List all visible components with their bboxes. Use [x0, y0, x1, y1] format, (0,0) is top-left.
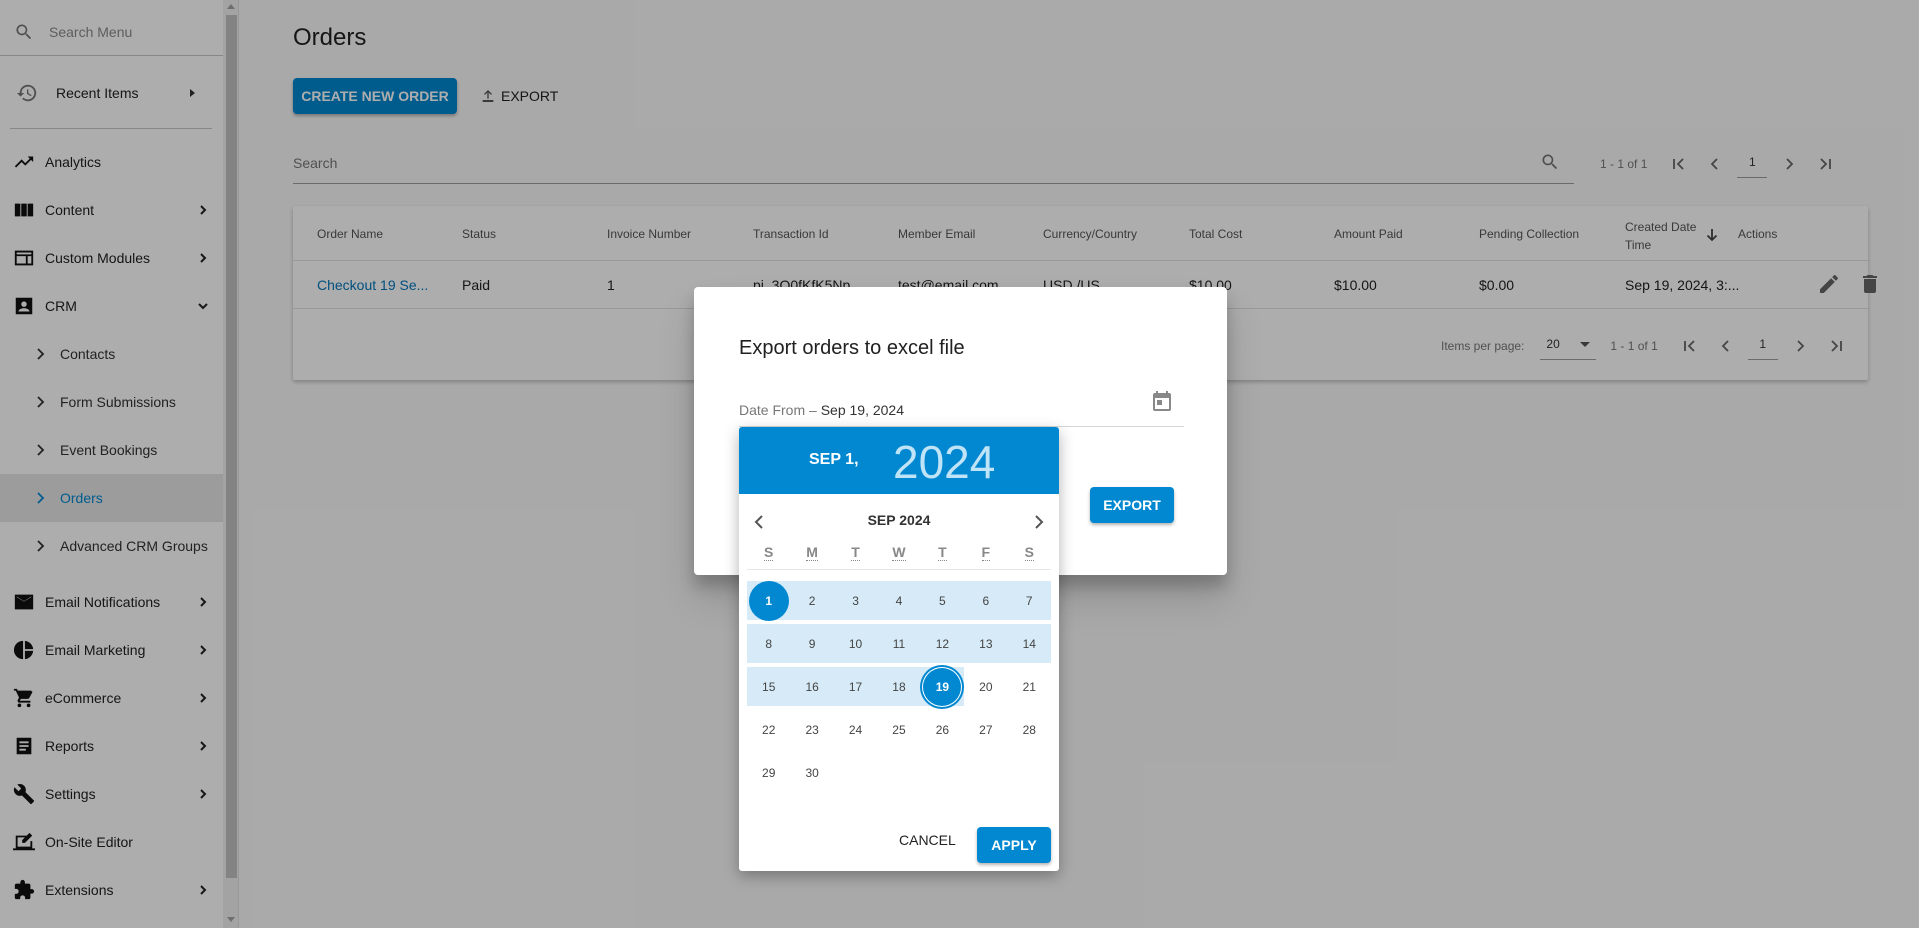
picker-cancel-button[interactable]: CANCEL	[899, 832, 956, 848]
calendar-day[interactable]: 5	[920, 581, 965, 620]
calendar-day-label: 20	[979, 679, 993, 694]
calendar-day-label: 17	[848, 679, 863, 694]
calendar-day[interactable]: 29	[747, 753, 790, 792]
calendar-day-label: 7	[1025, 593, 1033, 608]
calendar-week: 29 30	[747, 751, 1051, 794]
calendar-day[interactable]: 7	[1007, 581, 1051, 620]
calendar-day[interactable]: 17	[833, 667, 878, 706]
calendar-day-label: 25	[892, 722, 906, 737]
calendar-day-label: 3	[852, 593, 859, 608]
calendar-day[interactable]: 26	[921, 710, 964, 749]
calendar-day-label: 24	[848, 722, 863, 737]
calendar-week: 15 16 17 18 19 20 21	[747, 665, 1051, 708]
date-separator: –	[805, 402, 821, 418]
calendar-empty-cell	[877, 753, 920, 792]
weekday-label: M	[806, 544, 818, 561]
calendar-day[interactable]: 27	[964, 710, 1007, 749]
picker-header: SEP 1, 2024	[739, 427, 1059, 494]
calendar-day-label: 18	[892, 679, 906, 694]
picker-month-label: SEP 2024	[867, 512, 931, 528]
calendar-day[interactable]: 28	[1008, 710, 1051, 749]
calendar-day-label: 12	[935, 636, 950, 651]
calendar-day[interactable]: 21	[1008, 667, 1051, 706]
calendar-day-label: 22	[762, 722, 776, 737]
calendar-day[interactable]: 18	[877, 667, 921, 706]
calendar-day-label: 5	[939, 593, 946, 608]
calendar-icon[interactable]	[1150, 389, 1174, 413]
calendar-day[interactable]: 11	[877, 624, 921, 663]
weekday-label: W	[892, 544, 906, 561]
calendar-day-label: 14	[1022, 636, 1036, 651]
calendar-day[interactable]: 8	[747, 624, 791, 663]
date-range-picker: SEP 1, 2024 SEP 2024 S M T W T F S 12345…	[739, 427, 1059, 871]
weekday-label: T	[938, 544, 947, 561]
calendar-day[interactable]: 20	[964, 667, 1007, 706]
calendar-day[interactable]: 13	[964, 624, 1008, 663]
calendar-day-label: 19	[922, 666, 963, 707]
weekday-label: S	[1024, 544, 1034, 561]
calendar-day-label: 30	[805, 765, 819, 780]
weekday-label: F	[981, 544, 991, 561]
calendar-day[interactable]: 24	[834, 710, 877, 749]
calendar-day[interactable]: 23	[790, 710, 833, 749]
calendar-day[interactable]: 19	[920, 666, 965, 707]
calendar-day-label: 2	[808, 593, 816, 608]
calendar-empty-cell	[921, 753, 964, 792]
calendar-day[interactable]: 4	[877, 581, 921, 620]
date-field-label: Date From – Sep 19, 2024	[739, 402, 904, 418]
calendar-week: 22 23 24 25 26 27 28	[747, 708, 1051, 751]
calendar-day-label: 13	[979, 636, 993, 651]
calendar-day[interactable]: 30	[790, 753, 833, 792]
calendar-day-label: 10	[848, 636, 863, 651]
calendar-day-label: 16	[805, 679, 819, 694]
calendar-empty-cell	[1008, 753, 1051, 792]
calendar-day-label: 28	[1022, 722, 1036, 737]
calendar-empty-cell	[834, 753, 877, 792]
calendar-day-label: 21	[1022, 679, 1036, 694]
calendar-day-label: 11	[892, 636, 906, 651]
calendar-day-label: 29	[762, 765, 776, 780]
calendar-grid: 1 2 3 4 5 6 7 8 9 10 11 12 13 14 15 16 17 18 19 20 21 22 23 24 2…	[747, 579, 1051, 794]
weekday-label: S	[764, 544, 774, 561]
calendar-day[interactable]: 12	[920, 624, 965, 663]
calendar-day[interactable]: 9	[790, 624, 834, 663]
calendar-day[interactable]: 14	[1007, 624, 1051, 663]
calendar-day-label: 26	[935, 722, 950, 737]
calendar-week: 8 9 10 11 12 13 14	[747, 622, 1051, 665]
calendar-day[interactable]: 10	[833, 624, 878, 663]
picker-nav: SEP 2024	[739, 507, 1059, 539]
date-label-text: Date From	[739, 402, 806, 418]
calendar-day-label: 9	[808, 636, 816, 651]
calendar-day[interactable]: 6	[964, 581, 1008, 620]
date-value: Sep 19, 2024	[820, 402, 904, 418]
picker-header-date[interactable]: SEP 1,	[809, 451, 859, 469]
calendar-day-label: 8	[765, 636, 773, 651]
weekday-label: T	[851, 544, 860, 561]
dialog-title: Export orders to excel file	[739, 337, 965, 359]
calendar-day[interactable]: 1	[747, 580, 791, 621]
calendar-day[interactable]: 16	[790, 667, 834, 706]
calendar-day-label: 15	[762, 679, 776, 694]
picker-apply-button[interactable]: APPLY	[977, 827, 1051, 863]
chevron-right-icon[interactable]	[1029, 513, 1047, 531]
calendar-day-label: 27	[979, 722, 993, 737]
picker-header-year[interactable]: 2024	[893, 435, 995, 489]
calendar-day-label: 6	[982, 593, 990, 608]
calendar-day[interactable]: 3	[833, 581, 878, 620]
date-range-field[interactable]: Date From – Sep 19, 2024	[739, 387, 1184, 427]
calendar-day[interactable]: 25	[877, 710, 920, 749]
calendar-day[interactable]: 15	[747, 667, 791, 706]
calendar-week: 1 2 3 4 5 6 7	[747, 579, 1051, 622]
weekday-header: S M T W T F S	[747, 544, 1051, 570]
calendar-day[interactable]: 2	[790, 581, 834, 620]
calendar-day[interactable]: 22	[747, 710, 790, 749]
calendar-day-label: 23	[805, 722, 819, 737]
calendar-empty-cell	[964, 753, 1007, 792]
calendar-day-label: 4	[895, 593, 903, 608]
calendar-day-label: 1	[748, 580, 789, 621]
dialog-export-button[interactable]: EXPORT	[1090, 487, 1174, 523]
